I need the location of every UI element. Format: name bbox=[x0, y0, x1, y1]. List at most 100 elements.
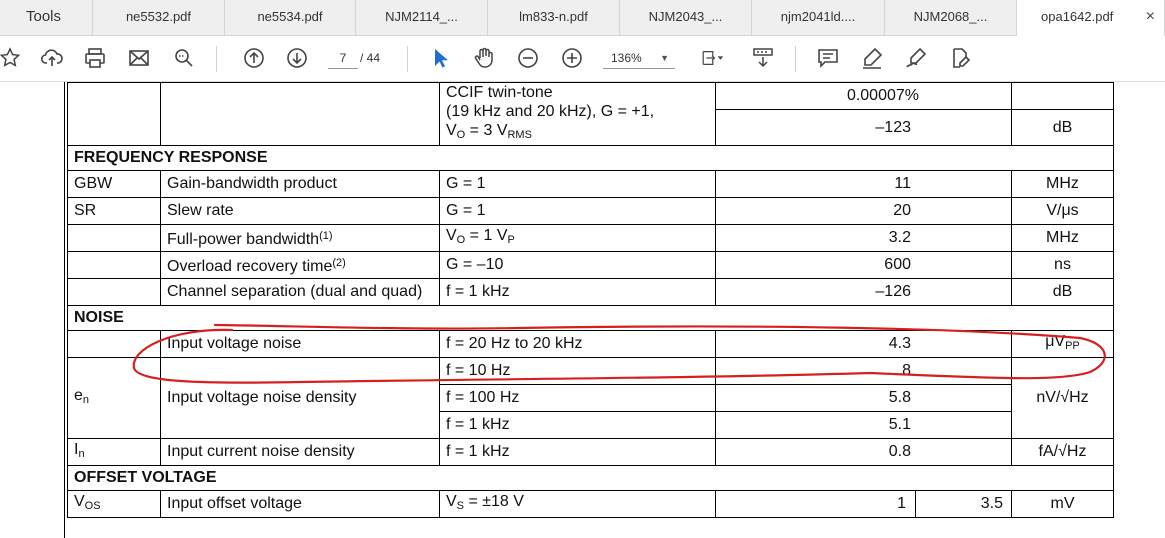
zoom-out-icon[interactable] bbox=[514, 44, 542, 72]
subscript: RMS bbox=[507, 129, 532, 141]
table-row: Channel separation (dual and quad) f = 1… bbox=[67, 278, 1114, 306]
cloud-upload-icon[interactable] bbox=[38, 44, 66, 72]
typ-value: –126 bbox=[715, 278, 1012, 306]
typ-value: 8 bbox=[715, 357, 1012, 385]
tab-label: lm833-n.pdf bbox=[519, 9, 588, 24]
star-icon[interactable] bbox=[0, 44, 24, 72]
text: = ±18 V bbox=[464, 493, 524, 510]
ccif-condition: CCIF twin-tone (19 kHz and 20 kHz), G = … bbox=[439, 82, 716, 146]
table-row: CCIF twin-tone (19 kHz and 20 kHz), G = … bbox=[67, 82, 1114, 146]
tab-ne5532[interactable]: ne5532.pdf bbox=[93, 0, 225, 35]
print-icon[interactable] bbox=[81, 44, 109, 72]
text: Overload recovery time bbox=[167, 258, 333, 275]
zoom-in-icon[interactable] bbox=[558, 44, 586, 72]
hand-icon[interactable] bbox=[470, 44, 498, 72]
parameter-cell: Input voltage noise density bbox=[160, 357, 440, 439]
subscript: PP bbox=[1065, 340, 1080, 352]
ccif-value-percent: 0.00007% bbox=[715, 82, 1012, 111]
footnote-ref: (2) bbox=[332, 257, 346, 269]
subscript: S bbox=[456, 500, 465, 512]
table-row: GBW Gain-bandwidth product G = 1 11 MHz bbox=[67, 170, 1114, 198]
tab-njm2068[interactable]: NJM2068_... bbox=[885, 0, 1017, 35]
close-icon[interactable]: × bbox=[1146, 0, 1155, 34]
unit-cell: V/μs bbox=[1011, 197, 1114, 225]
page-up-icon[interactable] bbox=[240, 44, 268, 72]
symbol-cell bbox=[67, 278, 161, 306]
select-cursor-icon[interactable] bbox=[426, 44, 454, 72]
text: = 1 V bbox=[465, 227, 508, 244]
subscript: O bbox=[456, 129, 466, 141]
table-row: Overload recovery time(2) G = –10 600 ns bbox=[67, 251, 1114, 279]
table-row: SR Slew rate G = 1 20 V/μs bbox=[67, 197, 1114, 225]
footnote-ref: (1) bbox=[319, 230, 333, 242]
page-number-input[interactable]: 7 bbox=[328, 48, 358, 69]
table-row: en Input voltage noise density f = 10 Hz… bbox=[67, 357, 1114, 439]
parameter-cell: Input voltage noise bbox=[160, 330, 440, 358]
zoom-select[interactable]: 136% ▼ bbox=[603, 48, 675, 69]
tab-ne5534[interactable]: ne5534.pdf bbox=[225, 0, 356, 35]
condition-cell: f = 10 Hz bbox=[439, 357, 716, 385]
section-row: OFFSET VOLTAGE bbox=[67, 465, 1114, 491]
typ-value: 0.8 bbox=[715, 438, 1012, 466]
unit-cell: dB bbox=[1011, 109, 1114, 146]
parameter-cell: Input offset voltage bbox=[160, 490, 440, 518]
page-edge bbox=[64, 82, 65, 538]
tab-njm2041[interactable]: njm2041ld.... bbox=[752, 0, 885, 35]
mail-icon[interactable] bbox=[125, 44, 153, 72]
condition-cell: G = 1 bbox=[439, 197, 716, 225]
ccif-condition-line: VO = 3 VRMS bbox=[446, 121, 709, 145]
document-view[interactable]: CCIF twin-tone (19 kHz and 20 kHz), G = … bbox=[0, 82, 1165, 538]
parameter-cell: Slew rate bbox=[160, 197, 440, 225]
table-cell bbox=[67, 82, 161, 146]
page-down-icon[interactable] bbox=[283, 44, 311, 72]
condition-cell: f = 1 kHz bbox=[439, 438, 716, 466]
unit-cell: μVPP bbox=[1011, 330, 1114, 358]
text: V bbox=[446, 122, 457, 139]
section-heading: FREQUENCY RESPONSE bbox=[67, 145, 1114, 171]
condition-cell: G = –10 bbox=[439, 251, 716, 279]
tab-njm2114[interactable]: NJM2114_... bbox=[356, 0, 488, 35]
ccif-condition-line: (19 kHz and 20 kHz), G = +1, bbox=[446, 103, 655, 120]
unit-cell: nV/√Hz bbox=[1011, 357, 1114, 439]
comment-icon[interactable] bbox=[814, 44, 842, 72]
zoom-value: 136% bbox=[611, 51, 642, 65]
unit-cell: mV bbox=[1011, 490, 1114, 518]
symbol-cell: VOS bbox=[67, 490, 161, 518]
unit-cell: MHz bbox=[1011, 170, 1114, 198]
ccif-condition-line: CCIF twin-tone bbox=[446, 84, 553, 101]
symbol-cell: en bbox=[67, 357, 161, 439]
typ-value: 20 bbox=[715, 197, 1012, 225]
section-heading: NOISE bbox=[67, 305, 1114, 331]
text: μV bbox=[1045, 333, 1066, 350]
tools-tab[interactable]: Tools bbox=[0, 0, 93, 35]
subscript: n bbox=[82, 394, 90, 406]
parameter-cell: Full-power bandwidth(1) bbox=[160, 224, 440, 252]
tab-opa1642[interactable]: opa1642.pdf × bbox=[1017, 0, 1165, 36]
text: Full-power bandwidth bbox=[167, 231, 320, 248]
sign-icon[interactable] bbox=[902, 44, 930, 72]
scroll-mode-icon[interactable] bbox=[749, 44, 777, 72]
fill-sign-icon[interactable] bbox=[946, 44, 974, 72]
typ-value: 11 bbox=[715, 170, 1012, 198]
highlight-icon[interactable] bbox=[858, 44, 886, 72]
ccif-value-db: –123 bbox=[715, 109, 1012, 146]
tab-bar: Tools ne5532.pdf ne5534.pdf NJM2114_... … bbox=[0, 0, 1165, 36]
tab-lm833[interactable]: lm833-n.pdf bbox=[488, 0, 620, 35]
zoom-search-icon[interactable] bbox=[170, 44, 198, 72]
unit-cell: dB bbox=[1011, 278, 1114, 306]
parameter-cell: Channel separation (dual and quad) bbox=[160, 278, 440, 306]
subscript: n bbox=[78, 448, 85, 460]
table-cell bbox=[160, 82, 440, 146]
condition-cell: f = 20 Hz to 20 kHz bbox=[439, 330, 716, 358]
tab-label: NJM2114_... bbox=[385, 9, 458, 24]
section-row: NOISE bbox=[67, 305, 1114, 331]
fit-page-icon[interactable] bbox=[694, 44, 730, 72]
chevron-down-icon: ▼ bbox=[660, 53, 669, 63]
symbol-cell: In bbox=[67, 438, 161, 466]
tab-label: ne5534.pdf bbox=[257, 9, 323, 24]
specifications-table: CCIF twin-tone (19 kHz and 20 kHz), G = … bbox=[67, 82, 1114, 518]
tab-njm2043[interactable]: NJM2043_... bbox=[620, 0, 752, 35]
symbol-cell bbox=[67, 330, 161, 358]
symbol-cell bbox=[67, 251, 161, 279]
condition-cell: f = 100 Hz bbox=[439, 384, 716, 412]
